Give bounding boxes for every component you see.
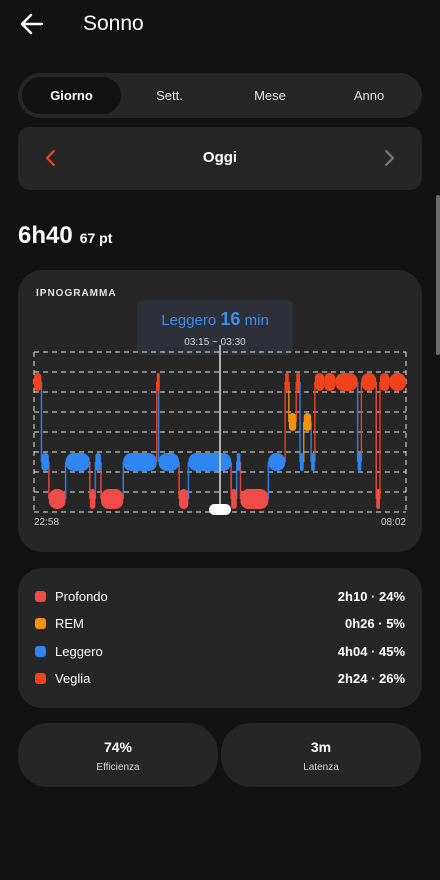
sleep-score: 67 pt (79, 230, 113, 246)
stage-block-profondo (240, 489, 269, 509)
stage-block-leggero (299, 453, 304, 471)
chart-end-time: 08:02 (380, 517, 406, 528)
stage-block-veglia (296, 373, 300, 391)
stage-block-profondo (231, 489, 237, 509)
stage-block-leggero (268, 453, 286, 471)
tab-settimana[interactable]: Sett. (119, 77, 220, 114)
legend-row-profondo: Profondo 2h10 · 24% (18, 588, 422, 608)
legend-label: Profondo (55, 589, 108, 604)
arrow-left-icon[interactable] (18, 10, 46, 38)
stage-block-leggero (123, 453, 157, 471)
tab-mese[interactable]: Mese (220, 77, 320, 114)
stage-block-veglia (156, 373, 160, 391)
stat-value: 3m (310, 739, 332, 755)
tab-anno[interactable]: Anno (320, 77, 418, 114)
chart-start-time: 22:58 (34, 517, 60, 528)
legend-row-leggero: Leggero 4h04 · 45% (18, 643, 422, 663)
stat-label: Latenza (303, 762, 339, 773)
stage-block-veglia (324, 373, 336, 391)
stage-block-leggero (65, 453, 90, 471)
stage-block-rem (288, 413, 297, 431)
stage-block-leggero (95, 453, 101, 471)
page-title: Sonno (83, 12, 144, 35)
app-header: Sonno (0, 0, 440, 50)
sleep-duration: 6h40 (18, 222, 73, 249)
stat-value: 74% (103, 739, 133, 755)
legend-label: REM (55, 616, 84, 631)
stage-block-leggero (188, 453, 232, 471)
legend-value: 4h04 · 45% (337, 644, 405, 659)
legend-swatch (35, 673, 46, 684)
stage-block-rem (303, 413, 312, 431)
legend-value: 2h10 · 24% (337, 589, 405, 604)
stat-label: Efficienza (96, 762, 140, 773)
hypnogram-chart[interactable] (18, 270, 422, 552)
legend-swatch (35, 618, 46, 629)
stage-block-veglia (285, 373, 289, 391)
stage-block-veglia (34, 373, 42, 391)
stage-block-leggero (158, 453, 180, 471)
stage-block-veglia (389, 373, 406, 391)
legend-row-rem: REM 0h26 · 5% (18, 615, 422, 635)
stage-block-leggero (311, 453, 315, 471)
stage-legend: Profondo 2h10 · 24% REM 0h26 · 5% Legger… (18, 568, 422, 708)
stat-efficienza[interactable]: 74% Efficienza (18, 723, 218, 787)
stage-block-leggero (357, 453, 362, 471)
stage-block-veglia (379, 373, 390, 391)
legend-value: 0h26 · 5% (345, 616, 405, 631)
stage-block-leggero (236, 453, 241, 471)
chevron-right-icon[interactable] (378, 147, 400, 169)
period-tabs: Giorno Sett. Mese Anno (18, 73, 422, 118)
scrollbar[interactable] (436, 195, 440, 355)
stage-block-profondo (376, 489, 380, 509)
legend-swatch (35, 591, 46, 602)
sleep-summary: 6h40 67 pt (18, 222, 112, 250)
stage-block-leggero (41, 453, 49, 471)
legend-row-veglia: Veglia 2h24 · 26% (18, 670, 422, 690)
stage-block-profondo (100, 489, 124, 509)
date-label: Oggi (202, 149, 238, 166)
stage-block-veglia (335, 373, 358, 391)
date-navigator: Oggi (18, 127, 422, 190)
stage-block-profondo (48, 489, 66, 509)
tab-giorno[interactable]: Giorno (22, 77, 121, 114)
hypnogram-card: IPNOGRAMMA Leggero 16 min 03:15 ~ 03:30 … (18, 270, 422, 552)
legend-label: Leggero (55, 644, 103, 659)
legend-swatch (35, 646, 46, 657)
chart-cursor-handle (209, 504, 231, 515)
stage-block-profondo (89, 489, 96, 509)
stat-latenza[interactable]: 3m Latenza (221, 723, 421, 787)
legend-label: Veglia (55, 671, 91, 686)
legend-value: 2h24 · 26% (337, 671, 405, 686)
stage-block-profondo (179, 489, 189, 509)
stage-block-veglia (314, 373, 325, 391)
stage-block-veglia (361, 373, 377, 391)
